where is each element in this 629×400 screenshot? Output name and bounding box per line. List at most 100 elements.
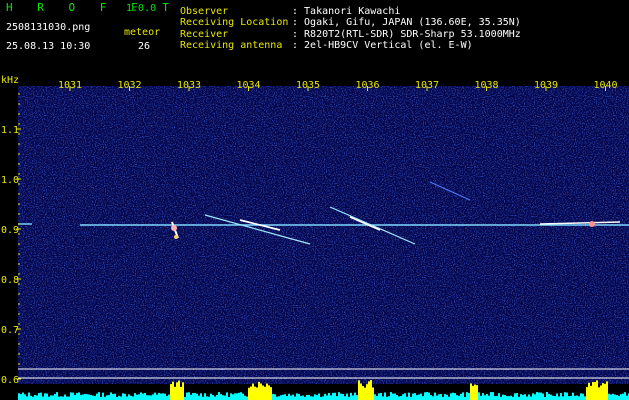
level-bar <box>360 383 362 400</box>
level-bar <box>560 392 562 400</box>
level-bar <box>22 392 24 400</box>
level-bar <box>392 393 394 400</box>
app-version: 1.0.0 <box>126 3 157 14</box>
level-bar <box>162 393 164 400</box>
level-bar <box>478 392 480 400</box>
level-bar <box>574 395 576 400</box>
level-bar <box>68 396 70 400</box>
receiver-value: : R820T2(RTL-SDR) SDR-Sharp 53.1000MHz <box>292 29 521 40</box>
level-bar <box>54 393 56 400</box>
level-bar <box>296 393 298 400</box>
level-bar <box>382 396 384 400</box>
level-bar <box>620 394 622 400</box>
level-bar <box>80 394 82 400</box>
level-bar <box>372 387 374 400</box>
level-bar <box>554 396 556 400</box>
level-bar <box>498 393 500 400</box>
level-bar <box>274 394 276 400</box>
level-bar <box>480 395 482 400</box>
level-bar <box>110 392 112 400</box>
level-bar <box>450 393 452 400</box>
level-bar <box>420 393 422 400</box>
level-bar <box>52 395 54 400</box>
timestamp: 25.08.13 10:30 <box>6 41 91 52</box>
level-bar <box>598 387 600 400</box>
level-bar <box>204 393 206 400</box>
level-bar <box>262 385 264 400</box>
level-bar <box>240 392 242 400</box>
level-bar <box>218 392 220 400</box>
spectrogram-noise <box>18 86 629 384</box>
level-bar <box>18 393 20 400</box>
level-bar <box>96 393 98 400</box>
level-bar <box>522 394 524 400</box>
level-bar <box>180 386 182 400</box>
level-bar <box>220 394 222 400</box>
level-bar <box>216 395 218 400</box>
level-bar <box>144 392 146 400</box>
level-bar <box>612 393 614 400</box>
level-bar <box>192 393 194 400</box>
level-bar <box>270 387 272 400</box>
level-bar <box>488 395 490 400</box>
level-bar <box>264 386 266 400</box>
level-bar <box>436 395 438 400</box>
level-bar <box>404 393 406 400</box>
level-bar <box>470 383 472 400</box>
level-bar <box>542 393 544 400</box>
level-bar <box>462 392 464 400</box>
level-bar <box>608 393 610 400</box>
y-tick-label: 0.6 <box>1 375 19 386</box>
level-bar <box>150 395 152 400</box>
level-bar <box>152 394 154 400</box>
level-bar <box>326 395 328 400</box>
level-bar <box>102 392 104 400</box>
level-bar <box>148 395 150 400</box>
level-bar <box>46 393 48 400</box>
level-bar <box>260 383 262 400</box>
level-bar <box>168 394 170 400</box>
level-bar <box>614 394 616 400</box>
level-bar <box>38 393 40 400</box>
level-bar <box>222 395 224 400</box>
level-bar <box>200 393 202 400</box>
level-bar <box>258 381 260 400</box>
level-bar <box>476 385 478 400</box>
meteor-echo <box>174 235 178 239</box>
level-bar <box>468 392 470 400</box>
observer-value: : Takanori Kawachi <box>292 6 401 17</box>
level-bar <box>358 380 360 400</box>
level-bar <box>84 393 86 400</box>
level-bar <box>510 395 512 400</box>
level-bar <box>94 395 96 400</box>
y-tick-label: 0.7 <box>1 325 19 336</box>
level-bar <box>344 396 346 400</box>
level-bar <box>394 393 396 400</box>
level-bar <box>306 394 308 400</box>
level-bar <box>444 394 446 400</box>
level-bar <box>374 394 376 400</box>
level-bar <box>418 394 420 400</box>
level-bar <box>456 395 458 400</box>
level-bar <box>290 395 292 400</box>
level-bar <box>70 392 72 400</box>
level-bar <box>164 393 166 400</box>
level-bar <box>310 396 312 400</box>
level-bar <box>484 395 486 400</box>
level-bar <box>66 396 68 400</box>
level-bar <box>432 396 434 400</box>
level-bar <box>210 393 212 400</box>
level-bar <box>550 394 552 400</box>
level-bar <box>416 395 418 400</box>
level-bar <box>572 392 574 400</box>
level-bar <box>308 394 310 400</box>
level-bar <box>402 394 404 400</box>
level-bar <box>446 394 448 400</box>
level-bar <box>332 392 334 400</box>
level-bar <box>530 396 532 400</box>
level-bar <box>128 394 130 400</box>
level-bar <box>224 395 226 400</box>
level-bar <box>346 393 348 400</box>
meteor-count: 26 <box>138 41 151 52</box>
file-name: 2508131030.png <box>6 22 91 33</box>
